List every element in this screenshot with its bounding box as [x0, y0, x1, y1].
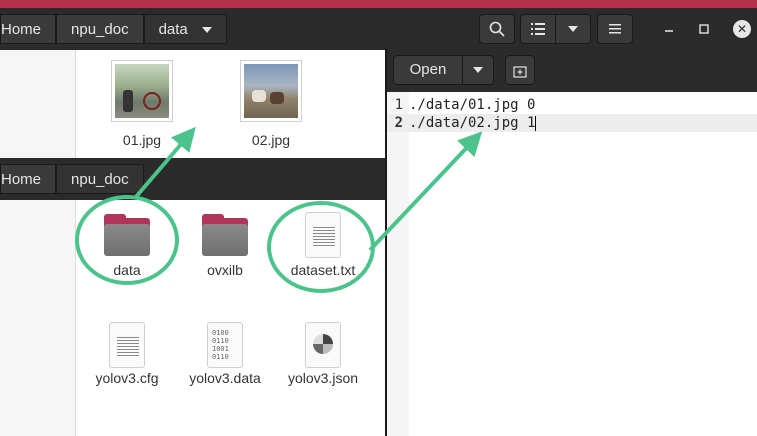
- editor-line-2[interactable]: 2 ./data/02.jpg 1: [387, 114, 757, 132]
- file-label: yolov3.cfg: [95, 370, 159, 386]
- breadcrumb-2: Home npu_doc: [0, 164, 144, 194]
- image-thumbnail-icon: [115, 64, 169, 118]
- folder-icon[interactable]: [202, 214, 248, 256]
- maximize-icon: [699, 24, 709, 34]
- maximize-button[interactable]: [695, 20, 713, 38]
- chevron-down-icon: [568, 26, 578, 32]
- breadcrumb-home[interactable]: Home: [0, 14, 57, 44]
- file-label: yolov3.json: [287, 370, 359, 386]
- editor-line-1[interactable]: 1 ./data/01.jpg 0: [387, 96, 757, 114]
- binary-file-icon[interactable]: 0100 0110 1001 0110: [207, 322, 243, 368]
- breadcrumb-home[interactable]: Home: [0, 164, 57, 194]
- line-number: 2: [394, 115, 403, 131]
- binary-glyph: 0100 0110 1001 0110: [212, 329, 229, 361]
- chevron-down-icon: [201, 27, 212, 34]
- sidebar-2: [0, 200, 76, 436]
- minimize-icon: [665, 30, 673, 32]
- line-number-gutter: [387, 92, 409, 436]
- file-label: ovxilb: [207, 262, 243, 278]
- chevron-down-icon: [473, 67, 483, 73]
- view-options-button[interactable]: [555, 14, 591, 44]
- breadcrumb-data-label: data: [158, 21, 188, 38]
- line-number: 1: [394, 97, 403, 113]
- open-button[interactable]: Open: [393, 55, 463, 85]
- breadcrumb: Home npu_doc data: [0, 14, 227, 44]
- file-label: dataset.txt: [290, 262, 356, 278]
- search-button[interactable]: [479, 14, 515, 44]
- open-menu-button[interactable]: [462, 55, 494, 85]
- close-icon: ✕: [733, 20, 751, 38]
- header-bar: Home npu_doc data ✕: [0, 8, 757, 50]
- file-item-01-jpg[interactable]: [111, 60, 173, 122]
- new-tab-icon: [513, 66, 527, 78]
- search-icon: [489, 21, 505, 37]
- file-label: 02.jpg: [251, 132, 291, 148]
- line-text: ./data/01.jpg 0: [409, 97, 536, 113]
- text-file-icon[interactable]: [305, 212, 341, 258]
- file-item-02-jpg[interactable]: [240, 60, 302, 122]
- image-thumbnail-icon: [244, 64, 298, 118]
- new-document-button[interactable]: [505, 55, 535, 85]
- text-editor-window: Open 1 ./data/01.jpg 0 2 ./data/02.jpg 1: [385, 48, 757, 436]
- breadcrumb-npu-doc[interactable]: npu_doc: [56, 14, 144, 44]
- file-grid: 01.jpg 02.jpg: [76, 50, 386, 162]
- minimize-button[interactable]: [660, 20, 678, 38]
- file-label: yolov3.data: [189, 370, 261, 386]
- text-file-icon[interactable]: [109, 322, 145, 368]
- file-label: 01.jpg: [122, 132, 162, 148]
- menu-button[interactable]: [597, 14, 633, 44]
- json-file-icon[interactable]: [305, 322, 341, 368]
- line-text: ./data/02.jpg 1: [409, 115, 536, 131]
- sidebar: [0, 50, 76, 162]
- breadcrumb-data[interactable]: data: [143, 14, 227, 44]
- close-button[interactable]: ✕: [733, 20, 751, 38]
- list-view-icon: [531, 23, 545, 35]
- file-grid-2: data ovxilb dataset.txt yolov3.cfg 0100 …: [76, 200, 386, 436]
- editor-toolbar: Open: [387, 48, 757, 92]
- folder-icon[interactable]: [104, 214, 150, 256]
- view-list-button[interactable]: [520, 14, 556, 44]
- desktop-top-strip: [0, 0, 757, 8]
- header-bar-2: Home npu_doc: [0, 158, 385, 200]
- breadcrumb-npu-doc[interactable]: npu_doc: [56, 164, 144, 194]
- file-label: data: [113, 262, 141, 278]
- text-cursor: [535, 115, 537, 131]
- hamburger-menu-icon: [609, 24, 621, 34]
